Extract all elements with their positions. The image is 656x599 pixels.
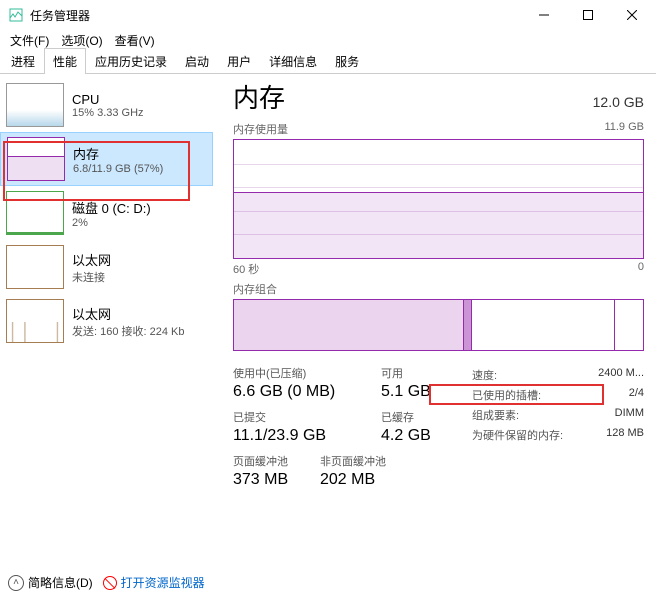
- tabs: 进程 性能 应用历史记录 启动 用户 详细信息 服务: [0, 50, 656, 74]
- usage-graph-labels: 内存使用量 11.9 GB: [233, 121, 644, 137]
- sidebar-item-ethernet-2[interactable]: 以太网 发送: 160 接收: 224 Kb: [0, 294, 213, 348]
- tab-startup[interactable]: 启动: [176, 48, 218, 74]
- sidebar-item-label: 以太网: [72, 304, 185, 323]
- tab-details[interactable]: 详细信息: [260, 48, 326, 74]
- sidebar-item-label: CPU: [72, 92, 144, 107]
- sidebar-info: CPU 15% 3.33 GHz: [72, 92, 144, 119]
- memory-usage-graph: [233, 139, 644, 259]
- x-right: 0: [638, 261, 644, 277]
- cpu-thumb: [6, 83, 64, 127]
- stat-label: 使用中(已压缩): [233, 365, 363, 381]
- main-header: 内存 12.0 GB: [233, 78, 644, 115]
- comp-label-row: 内存组合: [233, 281, 644, 297]
- resource-monitor-link[interactable]: 打开资源监视器: [103, 574, 205, 591]
- close-button[interactable]: [610, 1, 654, 29]
- content: CPU 15% 3.33 GHz 内存 6.8/11.9 GB (57%) 磁盘…: [0, 74, 656, 558]
- ethernet-thumb: [6, 299, 64, 343]
- stats-section: 使用中(已压缩) 6.6 GB (0 MB) 可用 5.1 GB 已提交 11.…: [233, 365, 644, 497]
- x-axis-labels: 60 秒 0: [233, 261, 644, 277]
- sidebar-item-label: 内存: [73, 144, 163, 163]
- sidebar-item-sub: 2%: [72, 217, 151, 229]
- sidebar-info: 磁盘 0 (C: D:) 2%: [72, 198, 151, 229]
- sidebar-item-sub: 未连接: [72, 269, 111, 285]
- total-memory: 12.0 GB: [593, 94, 644, 110]
- spec-form: 组成要素:DIMM: [472, 405, 644, 425]
- sidebar-item-sub: 6.8/11.9 GB (57%): [73, 163, 163, 175]
- maximize-button[interactable]: [566, 1, 610, 29]
- window-title: 任务管理器: [30, 7, 522, 24]
- page-title: 内存: [233, 78, 285, 115]
- resource-monitor-icon: [103, 576, 117, 590]
- stat-available: 可用 5.1 GB: [381, 365, 431, 401]
- footer: ˄ 简略信息(D) 打开资源监视器: [8, 574, 205, 591]
- spec-speed: 速度:2400 M...: [472, 365, 644, 385]
- usage-max: 11.9 GB: [604, 121, 644, 137]
- stat-value: 202 MB: [320, 471, 386, 489]
- composition-label: 内存组合: [233, 281, 277, 297]
- stat-inuse: 使用中(已压缩) 6.6 GB (0 MB): [233, 365, 363, 401]
- minimize-button[interactable]: [522, 1, 566, 29]
- window-controls: [522, 1, 654, 29]
- titlebar: 任务管理器: [0, 0, 656, 30]
- stats-left: 使用中(已压缩) 6.6 GB (0 MB) 可用 5.1 GB 已提交 11.…: [233, 365, 461, 497]
- brief-info-link[interactable]: 简略信息(D): [28, 574, 93, 591]
- stat-value: 11.1/23.9 GB: [233, 427, 363, 445]
- stat-label: 已缓存: [381, 409, 431, 425]
- specs: 速度:2400 M... 已使用的插槽:2/4 组成要素:DIMM 为硬件保留的…: [472, 365, 644, 497]
- stat-committed: 已提交 11.1/23.9 GB: [233, 409, 363, 445]
- stat-value: 6.6 GB (0 MB): [233, 383, 363, 401]
- tab-users[interactable]: 用户: [218, 48, 260, 74]
- stat-label: 页面缓冲池: [233, 453, 320, 469]
- x-left: 60 秒: [233, 261, 259, 277]
- sidebar-item-cpu[interactable]: CPU 15% 3.33 GHz: [0, 78, 213, 132]
- stat-value: 5.1 GB: [381, 383, 431, 401]
- menubar: 文件(F) 选项(O) 查看(V): [0, 30, 656, 50]
- main-panel: 内存 12.0 GB 内存使用量 11.9 GB 60 秒 0 内存组合: [213, 74, 656, 558]
- sidebar-info: 以太网 未连接: [72, 250, 111, 285]
- tab-processes[interactable]: 进程: [2, 48, 44, 74]
- stat-nonpaged: 非页面缓冲池 202 MB: [320, 453, 386, 489]
- sidebar-info: 内存 6.8/11.9 GB (57%): [73, 144, 163, 175]
- tab-services[interactable]: 服务: [326, 48, 368, 74]
- app-icon: [8, 7, 24, 23]
- sidebar-info: 以太网 发送: 160 接收: 224 Kb: [72, 304, 185, 339]
- memory-composition-graph: [233, 299, 644, 351]
- disk-thumb: [6, 191, 64, 235]
- tab-performance[interactable]: 性能: [44, 48, 86, 74]
- sidebar-item-sub: 发送: 160 接收: 224 Kb: [72, 323, 185, 339]
- stat-value: 4.2 GB: [381, 427, 431, 445]
- usage-label: 内存使用量: [233, 121, 288, 137]
- memory-thumb: [7, 137, 65, 181]
- sidebar-item-memory[interactable]: 内存 6.8/11.9 GB (57%): [0, 132, 213, 186]
- sidebar-item-disk[interactable]: 磁盘 0 (C: D:) 2%: [0, 186, 213, 240]
- ethernet-thumb: [6, 245, 64, 289]
- spec-reserved: 为硬件保留的内存:128 MB: [472, 425, 644, 445]
- stat-label: 可用: [381, 365, 431, 381]
- stat-paged: 页面缓冲池 373 MB: [233, 453, 320, 489]
- stat-label: 已提交: [233, 409, 363, 425]
- sidebar-item-label: 以太网: [72, 250, 111, 269]
- sidebar: CPU 15% 3.33 GHz 内存 6.8/11.9 GB (57%) 磁盘…: [0, 74, 213, 558]
- chevron-up-icon[interactable]: ˄: [8, 575, 24, 591]
- stat-cached: 已缓存 4.2 GB: [381, 409, 431, 445]
- stat-label: 非页面缓冲池: [320, 453, 386, 469]
- sidebar-item-label: 磁盘 0 (C: D:): [72, 198, 151, 217]
- spec-slots: 已使用的插槽:2/4: [472, 385, 644, 405]
- stat-value: 373 MB: [233, 471, 320, 489]
- sidebar-item-sub: 15% 3.33 GHz: [72, 107, 144, 119]
- tab-apphistory[interactable]: 应用历史记录: [86, 48, 176, 74]
- sidebar-item-ethernet-1[interactable]: 以太网 未连接: [0, 240, 213, 294]
